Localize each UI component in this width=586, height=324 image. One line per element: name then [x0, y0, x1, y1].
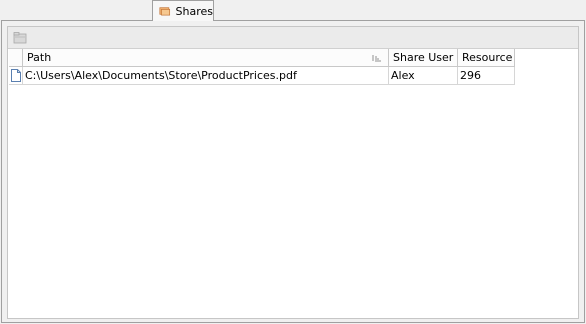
column-header-resource-id-label: Resource II: [462, 51, 514, 64]
toolbar: [8, 27, 578, 49]
folder-icon[interactable]: [13, 31, 27, 44]
header-icon-cell: [9, 49, 23, 67]
column-header-path-label: Path: [27, 51, 52, 64]
file-icon: [11, 69, 21, 82]
cell-path: C:\Users\Alex\Documents\Store\ProductPri…: [23, 67, 389, 85]
column-header-share-user[interactable]: Share User: [389, 49, 458, 67]
cell-share-user: Alex: [389, 67, 458, 85]
cell-resource-id: 296: [458, 67, 515, 85]
tab-label: Shares: [175, 4, 213, 18]
shares-panel: Path Share User Resource II: [1, 20, 585, 323]
table-row[interactable]: C:\Users\Alex\Documents\Store\ProductPri…: [9, 67, 515, 85]
shares-folder-icon: [159, 7, 171, 16]
column-header-share-user-label: Share User: [393, 51, 454, 64]
row-icon-cell: [9, 67, 23, 85]
tab-shares[interactable]: Shares: [152, 0, 214, 21]
sort-icon: [372, 55, 381, 62]
column-header-path[interactable]: Path: [23, 49, 389, 67]
column-header-resource-id[interactable]: Resource II: [458, 49, 515, 67]
grid-header: Path Share User Resource II: [9, 49, 515, 67]
shares-container: Path Share User Resource II: [7, 26, 579, 319]
shares-grid: Path Share User Resource II: [9, 49, 515, 85]
